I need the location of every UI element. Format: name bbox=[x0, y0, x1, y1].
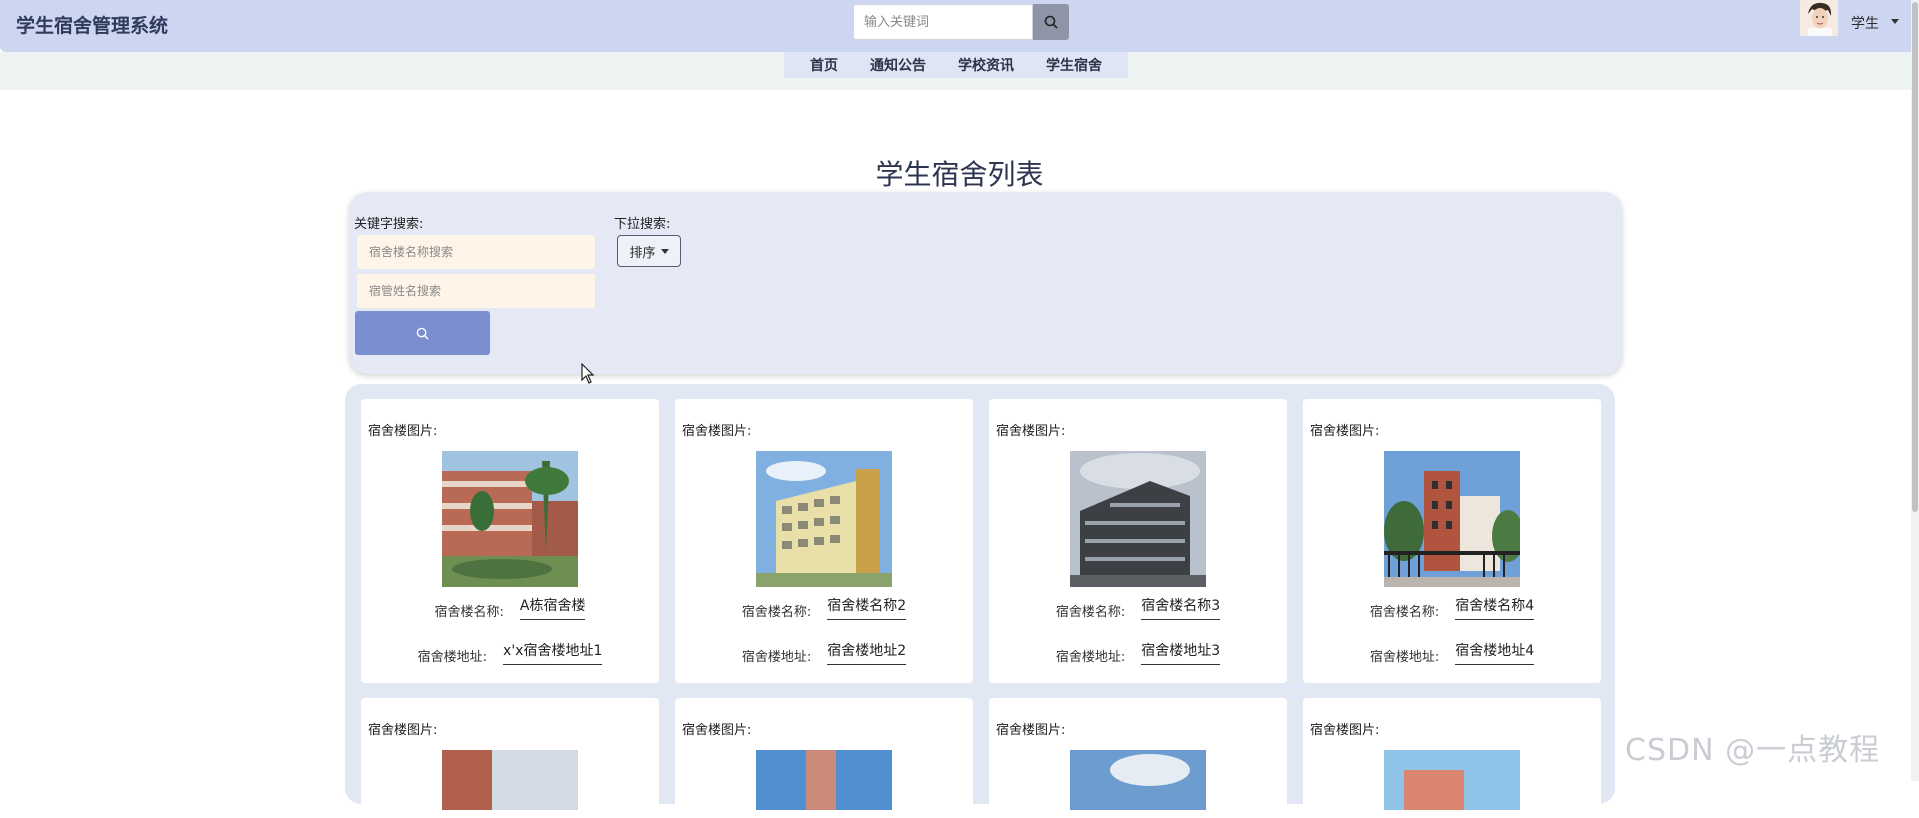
dorm-name-label: 宿舍楼名称: bbox=[434, 605, 504, 620]
global-search-button[interactable] bbox=[1033, 4, 1069, 40]
dorm-card[interactable]: 宿舍楼图片: 宿舍楼名称: 宿舍楼名称2 宿舍楼地址: 宿舍楼地址2 bbox=[675, 399, 973, 683]
dorm-picture-label: 宿舍楼图片: bbox=[996, 424, 1066, 439]
dorm-card[interactable]: 宿舍楼图片: bbox=[989, 698, 1287, 818]
dorm-building-image[interactable] bbox=[1070, 750, 1206, 810]
dorm-picture-label: 宿舍楼图片: bbox=[996, 723, 1066, 738]
dorm-card-grid: 宿舍楼图片: 宿舍楼名称: A栋宿舍楼 宿舍楼地址: x'x宿舍楼地址1 宿舍楼… bbox=[345, 384, 1615, 818]
nav-item-dorms[interactable]: 学生宿舍 bbox=[1046, 55, 1102, 75]
dorm-building-image[interactable] bbox=[756, 451, 892, 587]
dorm-address-value: 宿舍楼地址4 bbox=[1455, 640, 1535, 665]
dorm-address-row: 宿舍楼地址: 宿舍楼地址3 bbox=[989, 640, 1287, 665]
manager-name-search-input[interactable] bbox=[357, 274, 595, 308]
search-icon bbox=[1044, 15, 1058, 29]
dorm-card[interactable]: 宿舍楼图片: 宿舍楼名称: A栋宿舍楼 宿舍楼地址: x'x宿舍楼地址1 bbox=[361, 399, 659, 683]
dorm-card[interactable]: 宿舍楼图片: 宿舍楼名称: 宿舍楼名称3 宿舍楼地址: 宿舍楼地址3 bbox=[989, 399, 1287, 683]
dorm-card[interactable]: 宿舍楼图片: 宿舍楼名称: 宿舍楼名称4 宿舍楼地址: 宿舍楼地址4 bbox=[1303, 399, 1601, 683]
dorm-address-value: x'x宿舍楼地址1 bbox=[503, 640, 603, 665]
dorm-building-image[interactable] bbox=[1384, 750, 1520, 810]
dorm-address-value: 宿舍楼地址3 bbox=[1141, 640, 1221, 665]
search-panel: 关键字搜索: 下拉搜索: 排序 bbox=[349, 192, 1622, 374]
global-search-input[interactable] bbox=[853, 4, 1033, 40]
search-icon bbox=[416, 327, 429, 340]
search-submit-button[interactable] bbox=[355, 311, 490, 355]
dorm-name-row: 宿舍楼名称: 宿舍楼名称3 bbox=[989, 595, 1287, 620]
page-title: 学生宿舍列表 bbox=[875, 158, 1044, 191]
dorm-address-label: 宿舍楼地址: bbox=[1369, 650, 1440, 665]
keyword-search-label: 关键字搜索: bbox=[354, 217, 424, 232]
dorm-building-image[interactable] bbox=[1070, 451, 1206, 587]
dorm-name-label: 宿舍楼名称: bbox=[741, 605, 812, 620]
nav-item-home[interactable]: 首页 bbox=[810, 55, 838, 75]
sort-dropdown[interactable]: 排序 bbox=[617, 235, 681, 267]
dorm-picture-label: 宿舍楼图片: bbox=[682, 723, 752, 738]
dorm-picture-label: 宿舍楼图片: bbox=[682, 424, 752, 439]
global-search bbox=[853, 4, 1069, 40]
dorm-building-image[interactable] bbox=[442, 451, 578, 587]
dorm-name-label: 宿舍楼名称: bbox=[1055, 605, 1126, 620]
dorm-address-value: 宿舍楼地址2 bbox=[827, 640, 907, 665]
dorm-name-row: 宿舍楼名称: 宿舍楼名称4 bbox=[1303, 595, 1601, 620]
dorm-picture-label: 宿舍楼图片: bbox=[1310, 424, 1380, 439]
top-bar: 学生宿舍管理系统 学生 bbox=[0, 0, 1919, 52]
dorm-name-label: 宿舍楼名称: bbox=[1369, 605, 1440, 620]
dorm-address-row: 宿舍楼地址: x'x宿舍楼地址1 bbox=[361, 640, 659, 665]
user-menu-label[interactable]: 学生 bbox=[1851, 13, 1879, 33]
dorm-address-label: 宿舍楼地址: bbox=[417, 650, 488, 665]
dorm-picture-label: 宿舍楼图片: bbox=[1310, 723, 1380, 738]
chevron-down-icon[interactable] bbox=[1891, 19, 1899, 24]
dorm-card[interactable]: 宿舍楼图片: bbox=[1303, 698, 1601, 818]
dorm-building-image[interactable] bbox=[442, 750, 578, 810]
dorm-building-image[interactable] bbox=[756, 750, 892, 810]
watermark: CSDN @一点教程 bbox=[1625, 733, 1881, 768]
dorm-name-row: 宿舍楼名称: 宿舍楼名称2 bbox=[675, 595, 973, 620]
dorm-building-image[interactable] bbox=[1384, 451, 1520, 587]
avatar[interactable] bbox=[1800, 0, 1838, 36]
dorm-address-row: 宿舍楼地址: 宿舍楼地址4 bbox=[1303, 640, 1601, 665]
chevron-down-icon bbox=[660, 248, 669, 254]
dorm-picture-label: 宿舍楼图片: bbox=[368, 723, 438, 738]
dorm-name-row: 宿舍楼名称: A栋宿舍楼 bbox=[361, 595, 659, 620]
building-name-search-input[interactable] bbox=[357, 235, 595, 269]
dorm-name-value: A栋宿舍楼 bbox=[519, 595, 586, 620]
dorm-card[interactable]: 宿舍楼图片: bbox=[675, 698, 973, 818]
dorm-name-value: 宿舍楼名称3 bbox=[1141, 595, 1221, 620]
mouse-cursor-icon bbox=[581, 363, 595, 384]
nav-item-news[interactable]: 学校资讯 bbox=[958, 55, 1014, 75]
sort-dropdown-label: 排序 bbox=[629, 245, 656, 261]
site-brand[interactable]: 学生宿舍管理系统 bbox=[16, 11, 168, 38]
dorm-name-value: 宿舍楼名称4 bbox=[1455, 595, 1535, 620]
dorm-address-row: 宿舍楼地址: 宿舍楼地址2 bbox=[675, 640, 973, 665]
scrollbar-thumb[interactable] bbox=[1912, 2, 1918, 512]
dorm-address-label: 宿舍楼地址: bbox=[741, 650, 812, 665]
dorm-address-label: 宿舍楼地址: bbox=[1055, 650, 1126, 665]
main-nav: 首页 通知公告 学校资讯 学生宿舍 bbox=[784, 52, 1128, 78]
nav-strip: 首页 通知公告 学校资讯 学生宿舍 bbox=[0, 52, 1919, 90]
dropdown-search-label: 下拉搜索: bbox=[614, 217, 671, 232]
dorm-card[interactable]: 宿舍楼图片: bbox=[361, 698, 659, 818]
dorm-picture-label: 宿舍楼图片: bbox=[368, 424, 438, 439]
dorm-name-value: 宿舍楼名称2 bbox=[827, 595, 907, 620]
nav-item-notices[interactable]: 通知公告 bbox=[870, 55, 926, 75]
